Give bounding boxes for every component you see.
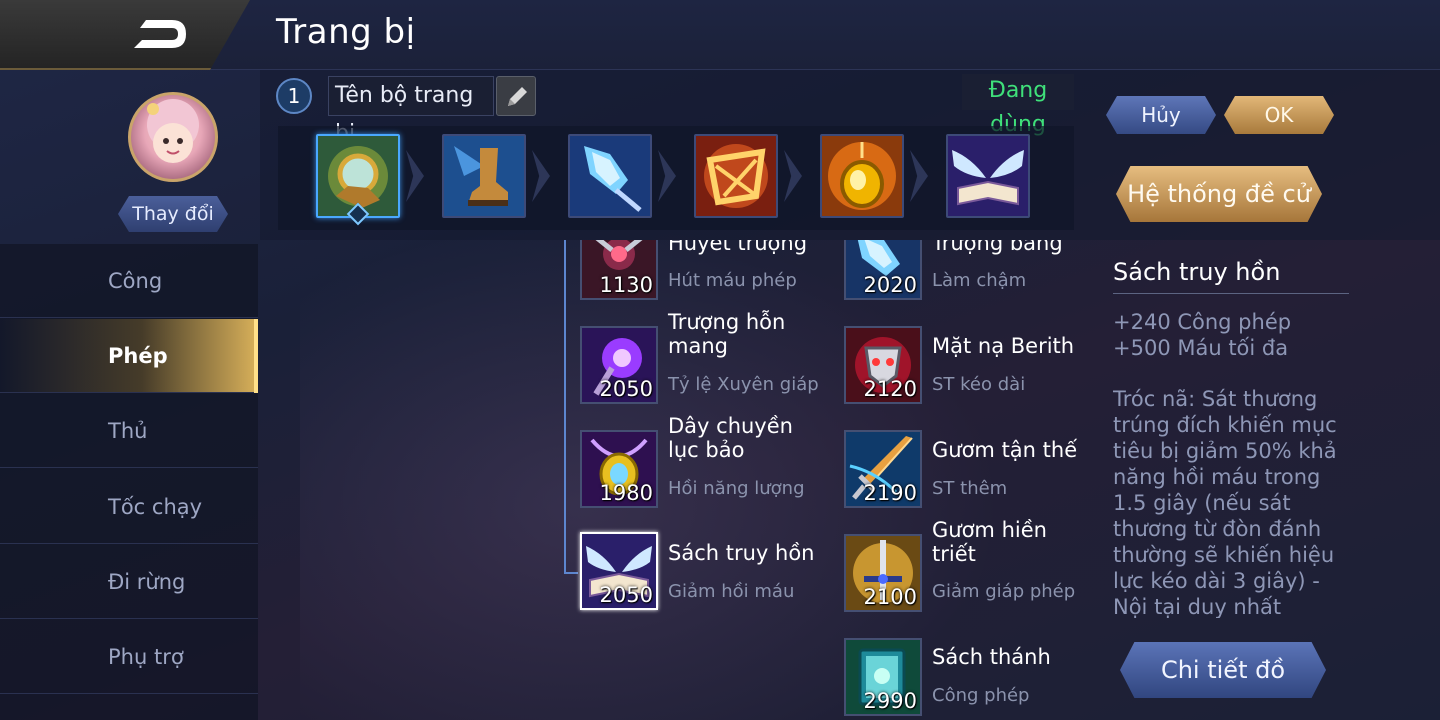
tree-connector [564,240,566,572]
hero-portrait-icon [147,99,199,163]
item-desc: Tỷ lệ Xuyên giáp [668,374,819,395]
category-attack[interactable]: Công [0,244,258,318]
item-desc: ST kéo dài [932,374,1026,395]
set-name-field[interactable]: Tên bộ trang bị [328,76,494,146]
item-desc: Công phép [932,685,1030,706]
equipment-slot-6[interactable] [946,134,1030,218]
item-price: 1980 [599,481,653,505]
item-name: Sách thánh [932,645,1051,669]
item-price: 2050 [599,583,653,607]
item-icon: 1980 [580,430,658,508]
equipment-slot-3[interactable] [568,134,652,218]
pencil-icon [508,87,527,106]
winged-boots-item-icon [444,136,524,216]
set-number-badge[interactable]: 1 [276,78,312,114]
item-price: 2120 [863,377,917,401]
item-name: Huyết trượng [668,240,808,255]
page-title: Trang bị [276,12,416,52]
hero-avatar[interactable] [128,92,218,182]
item-price: 2990 [863,689,917,713]
item-name: Trượng hỗn mang [668,310,786,358]
item-desc: Làm chậm [932,270,1027,291]
item-name: Trượng băng [932,240,1063,255]
ok-button[interactable]: OK [1224,96,1334,134]
edit-name-button[interactable] [496,76,536,116]
category-movement[interactable]: Tốc chạy [0,470,258,544]
detail-passive-text: Tróc nã: Sát thương trúng đích khiến mục… [1113,387,1337,618]
back-button[interactable] [0,0,250,70]
item-details-button[interactable]: Chi tiết đồ [1120,642,1326,698]
back-arrow-icon [134,20,186,48]
detail-divider [1113,293,1349,294]
detail-title: Sách truy hồn [1113,258,1281,286]
item-name: Dây chuyền lục bảo [668,414,793,462]
item-icon: 2120 [844,326,922,404]
equipment-slot-5[interactable] [820,134,904,218]
set-status-label: Đang dùng [962,74,1074,137]
item-icon: 2050 [580,532,658,610]
item-price: 2190 [863,481,917,505]
category-magic[interactable]: Phép [0,319,258,393]
item-desc: Hồi năng lượng [668,478,805,499]
category-defense[interactable]: Thủ [0,394,258,468]
golden-mask-item-icon [696,136,776,216]
item-name: Mặt nạ Berith [932,334,1075,358]
header-bar: Trang bị [0,0,1440,70]
equipment-slot-2[interactable] [442,134,526,218]
item-icon: 2100 [844,534,922,612]
recommend-system-button[interactable]: Hệ thống đề cử [1116,166,1322,222]
change-hero-button[interactable]: Thay đổi [118,196,228,232]
item-icon: 2020 [844,240,922,300]
detail-stat: +500 Máu tối đa [1113,336,1289,360]
item-price: 2050 [599,377,653,401]
frost-staff-item-icon [570,136,650,216]
item-desc: Giảm giáp phép [932,581,1076,602]
gold-pendant-item-icon [822,136,902,216]
detail-stat: +240 Công phép [1113,310,1292,334]
item-price: 2100 [863,585,917,609]
item-price: 2020 [863,273,917,297]
item-name: Sách truy hồn [668,541,815,565]
item-icon: 2190 [844,430,922,508]
cancel-button[interactable]: Hủy [1106,96,1216,134]
item-icon: 2050 [580,326,658,404]
item-desc: Hút máu phép [668,270,797,291]
item-desc: Giảm hồi máu [668,581,795,602]
item-icon: 1130 [580,240,658,300]
item-price: 1130 [599,273,653,297]
equipment-slot-4[interactable] [694,134,778,218]
item-icon: 2990 [844,638,922,716]
item-list: 1130 Huyết trượng Hút máu phép 2050 Trượ… [260,240,1100,720]
tree-connector [564,572,578,574]
category-support[interactable]: Phụ trợ [0,620,258,694]
item-name: Gươm tận thế [932,438,1078,462]
item-name: Gươm hiền triết [932,518,1047,566]
item-desc: ST thêm [932,478,1008,499]
category-jungle[interactable]: Đi rừng [0,545,258,619]
winged-book-item-icon [948,136,1028,216]
